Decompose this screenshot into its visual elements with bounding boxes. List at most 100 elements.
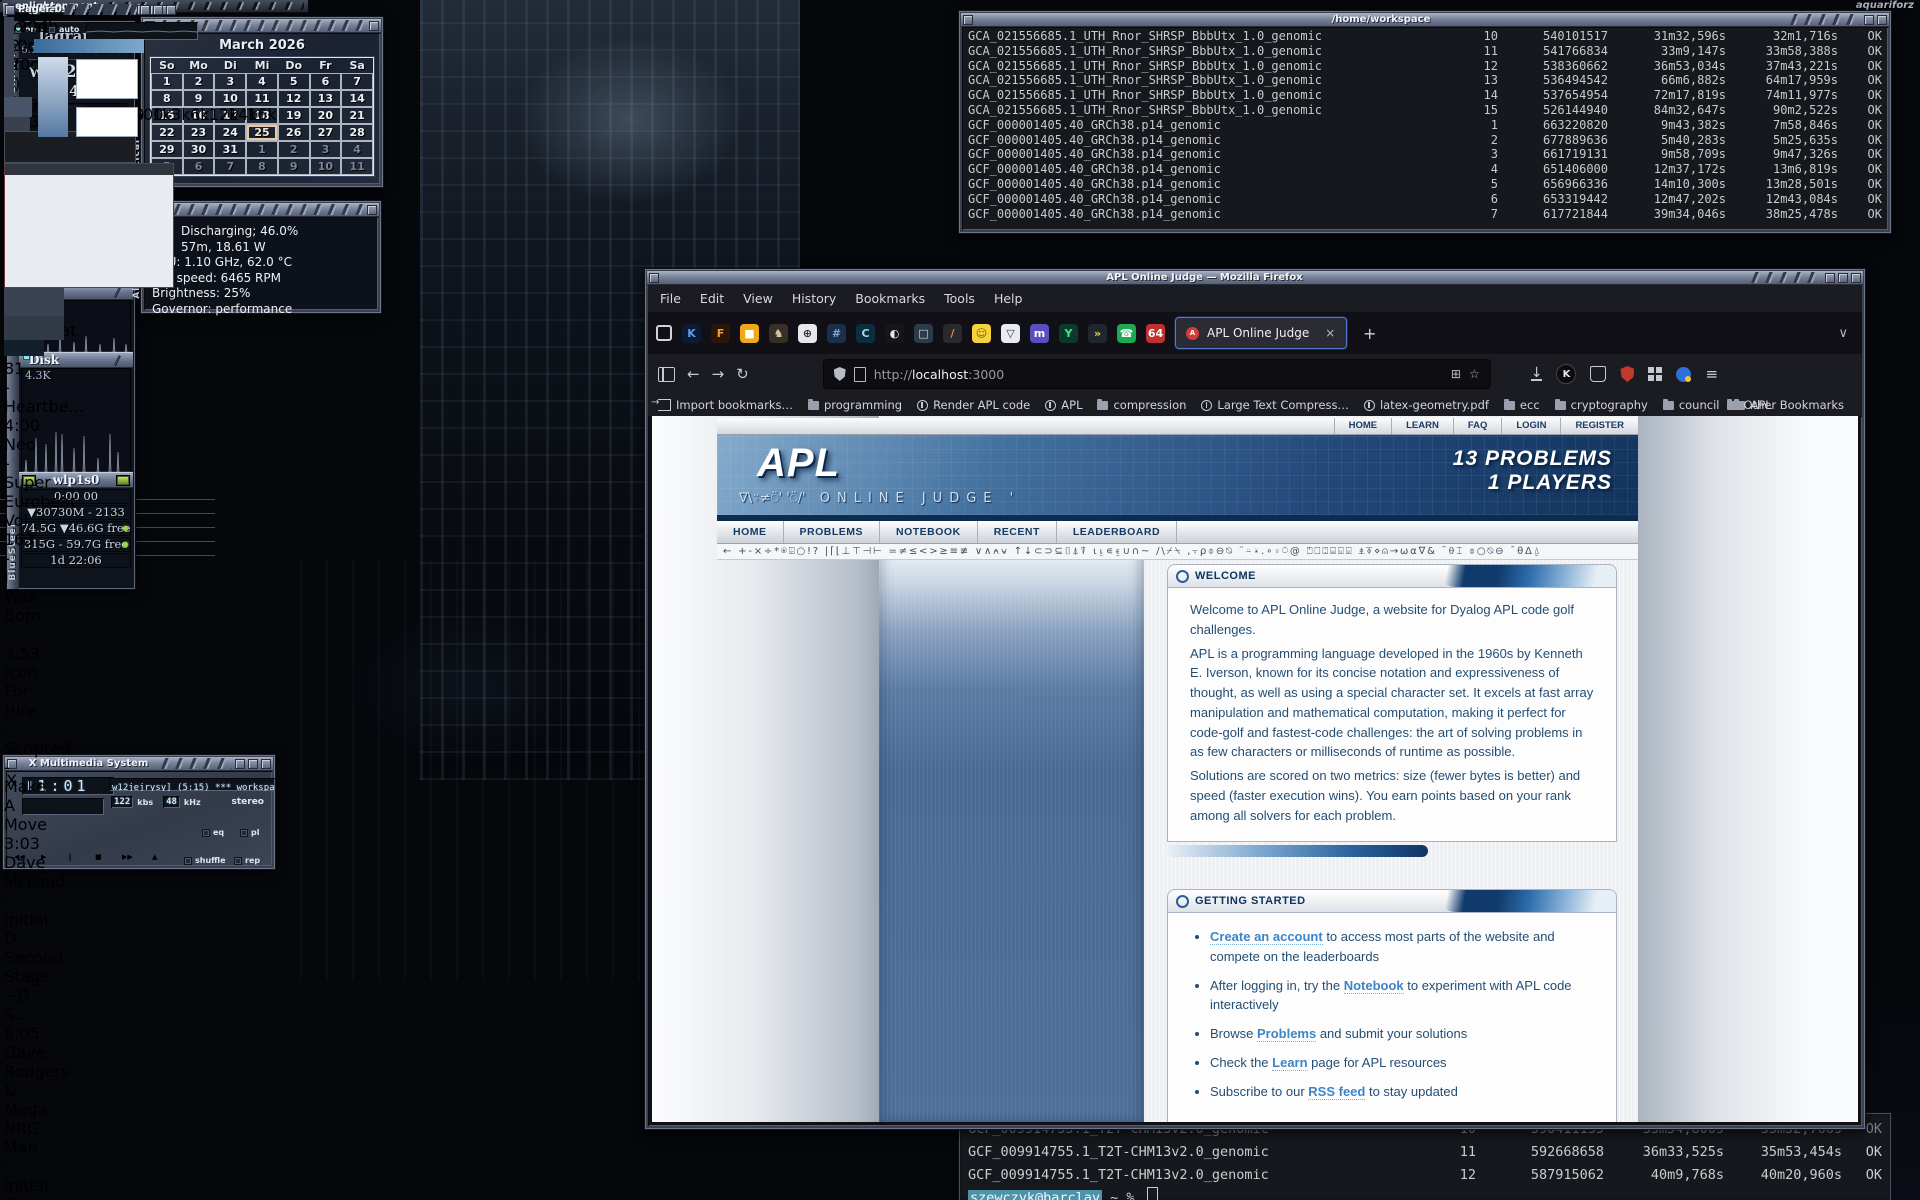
firefox-close-button[interactable] <box>1851 273 1861 283</box>
pinned-tab[interactable]: » <box>1088 324 1107 343</box>
bookmark-item[interactable]: ecc <box>1504 398 1540 412</box>
calendar-day[interactable]: 6 <box>183 158 215 175</box>
calendar-day[interactable]: 10 <box>310 158 342 175</box>
item-link[interactable]: Learn <box>1272 1055 1307 1071</box>
calendar-day[interactable]: 27 <box>310 124 342 141</box>
xmms-close-button[interactable] <box>261 759 271 769</box>
pinned-tab[interactable]: ▽ <box>1001 324 1020 343</box>
new-tab-button[interactable]: + <box>1363 324 1376 343</box>
site-tab[interactable]: PROBLEMS <box>784 521 881 543</box>
pocket-icon[interactable] <box>1590 366 1606 382</box>
other-bookmarks[interactable]: Other Bookmarks <box>1727 398 1844 412</box>
firefox-titlebar[interactable]: APL Online Judge — Mozilla Firefox <box>647 271 1863 285</box>
eject-button[interactable]: ▲ <box>152 853 174 867</box>
pager-window[interactable]: Pager-0 <box>0 0 2 2</box>
firefox-window[interactable]: APL Online Judge — Mozilla Firefox FileE… <box>644 268 1866 1130</box>
battery-titlebar[interactable] <box>143 203 379 217</box>
xmms-iconify-button[interactable] <box>235 759 245 769</box>
pinned-tab[interactable]: ☺ <box>972 324 991 343</box>
extension-icon[interactable] <box>1676 367 1691 382</box>
pinned-tab[interactable]: ♞ <box>769 324 788 343</box>
terminal-titlebar[interactable]: /home/workspace <box>961 13 1889 27</box>
menu-item[interactable]: File <box>660 291 681 306</box>
pinned-tab[interactable]: □ <box>914 324 933 343</box>
calendar-day[interactable]: 7 <box>214 158 246 175</box>
terminal-output[interactable]: GCA_021556685.1_UTH_Rnor_SHRSP_BbbUtx_1.… <box>962 27 1888 230</box>
xmms-shade-button[interactable] <box>248 759 258 769</box>
repeat-toggle[interactable]: rep <box>234 856 260 865</box>
pinned-tab[interactable]: ◐ <box>885 324 904 343</box>
item-link[interactable]: Problems <box>1257 1026 1316 1042</box>
calendar-close-button[interactable] <box>369 21 379 31</box>
calendar-day[interactable]: 3 <box>310 141 342 158</box>
terminal-menu-button[interactable] <box>963 15 973 25</box>
pinned-tab[interactable]: ☎ <box>1117 324 1136 343</box>
shuffle-toggle[interactable]: shuffle <box>184 856 226 865</box>
firefox-maximize-button[interactable] <box>1838 273 1848 283</box>
track-marquee[interactable]: w12jejrysy] (5:15) *** workspac <box>109 778 275 791</box>
calendar-day[interactable]: 23 <box>183 124 215 141</box>
pinned-tab[interactable]: Y <box>1059 324 1078 343</box>
bookmark-item[interactable]: APL <box>1045 398 1082 412</box>
pinned-tab[interactable]: ■ <box>740 324 759 343</box>
transport-button[interactable]: ■ <box>95 853 120 867</box>
site-nav-link[interactable]: REGISTER <box>1560 418 1638 434</box>
menu-item[interactable]: Bookmarks <box>855 291 925 306</box>
eq-toggle[interactable]: eq <box>202 828 224 837</box>
site-nav-link[interactable]: FAQ <box>1453 418 1502 434</box>
pinned-tab[interactable]: # <box>827 324 846 343</box>
menu-item[interactable]: History <box>792 291 836 306</box>
band-slider[interactable] <box>230 47 239 103</box>
calendar-day[interactable]: 6 <box>310 73 342 90</box>
calendar-day[interactable]: 5 <box>278 73 310 90</box>
calendar-day[interactable]: 2 <box>278 141 310 158</box>
item-link[interactable]: RSS feed <box>1308 1084 1365 1100</box>
calendar-day[interactable]: 9 <box>278 158 310 175</box>
pinned-tab[interactable]: / <box>943 324 962 343</box>
pager-iconify-button[interactable] <box>140 5 150 15</box>
calendar-day[interactable]: 8 <box>246 158 278 175</box>
calendar-day[interactable]: 13 <box>310 90 342 107</box>
battery-window[interactable]: AllPower Discharging; 46.0% 57m, 18.61 W… <box>140 200 382 314</box>
transport-button[interactable]: ▶▶ <box>122 853 147 867</box>
tab-overflow-chevron-icon[interactable]: ∨ <box>1838 326 1848 341</box>
bookmark-item[interactable]: Import bookmarks… <box>658 398 793 412</box>
transport-button[interactable]: ‖ <box>68 853 93 867</box>
sidebar-icon[interactable] <box>658 367 675 382</box>
calendar-day[interactable]: 14 <box>341 90 373 107</box>
calendar-day[interactable]: 22 <box>151 124 183 141</box>
page-info-icon[interactable] <box>854 367 866 382</box>
xmms-titlebar[interactable]: X Multimedia System <box>5 757 273 771</box>
calendar-day[interactable]: 30 <box>183 141 215 158</box>
menu-item[interactable]: Help <box>994 291 1023 306</box>
pinned-tab[interactable]: K <box>682 324 701 343</box>
fs-data-row[interactable]: 315G - 59.7G free <box>21 537 131 552</box>
bookmark-item[interactable]: cryptography <box>1555 398 1648 412</box>
container-tabs-icon[interactable] <box>656 325 672 341</box>
back-icon[interactable]: ← <box>687 365 700 383</box>
bookmark-item[interactable]: council <box>1663 398 1720 412</box>
calendar-day[interactable]: 28 <box>341 124 373 141</box>
apl-palette[interactable]: ← +-×÷*⍟⌹○!? |⌈⌊⊥⊤⊣⊢ =≠≤<>≥≡≢ ∨∧⍲⍱ ↑↓⊂⊃⊆… <box>717 544 1638 560</box>
menu-item[interactable]: Tools <box>944 291 975 306</box>
calendar-day[interactable]: 21 <box>341 107 373 124</box>
bookmark-star-icon[interactable]: ☆ <box>1469 367 1480 381</box>
tab-close-icon[interactable]: × <box>1325 326 1335 340</box>
site-nav-link[interactable]: LOGIN <box>1501 418 1560 434</box>
band-slider[interactable] <box>249 47 258 103</box>
url-bar[interactable]: http://localhost:3000 ⊞ ☆ <box>823 359 1491 389</box>
battery-close-button[interactable] <box>367 205 377 215</box>
calendar-day[interactable]: 26 <box>278 124 310 141</box>
pinned-tab[interactable]: ⊕ <box>798 324 817 343</box>
vis-display[interactable] <box>22 798 104 815</box>
firefox-iconify-button[interactable] <box>1825 273 1835 283</box>
shell-prompt[interactable]: szewczyk@barclay ~ % <box>968 1187 1882 1200</box>
calendar-day[interactable]: 31 <box>214 141 246 158</box>
hamburger-menu-icon[interactable]: ≡ <box>1705 365 1718 383</box>
pager-titlebar[interactable]: Pager-0 <box>3 3 7 17</box>
reload-icon[interactable]: ↻ <box>736 365 749 383</box>
url-shortcuts-icon[interactable]: ⊞ <box>1451 367 1461 381</box>
band-slider[interactable] <box>192 47 201 103</box>
pager-close-button[interactable] <box>166 5 176 15</box>
eq-auto-toggle[interactable]: auto <box>48 25 79 34</box>
